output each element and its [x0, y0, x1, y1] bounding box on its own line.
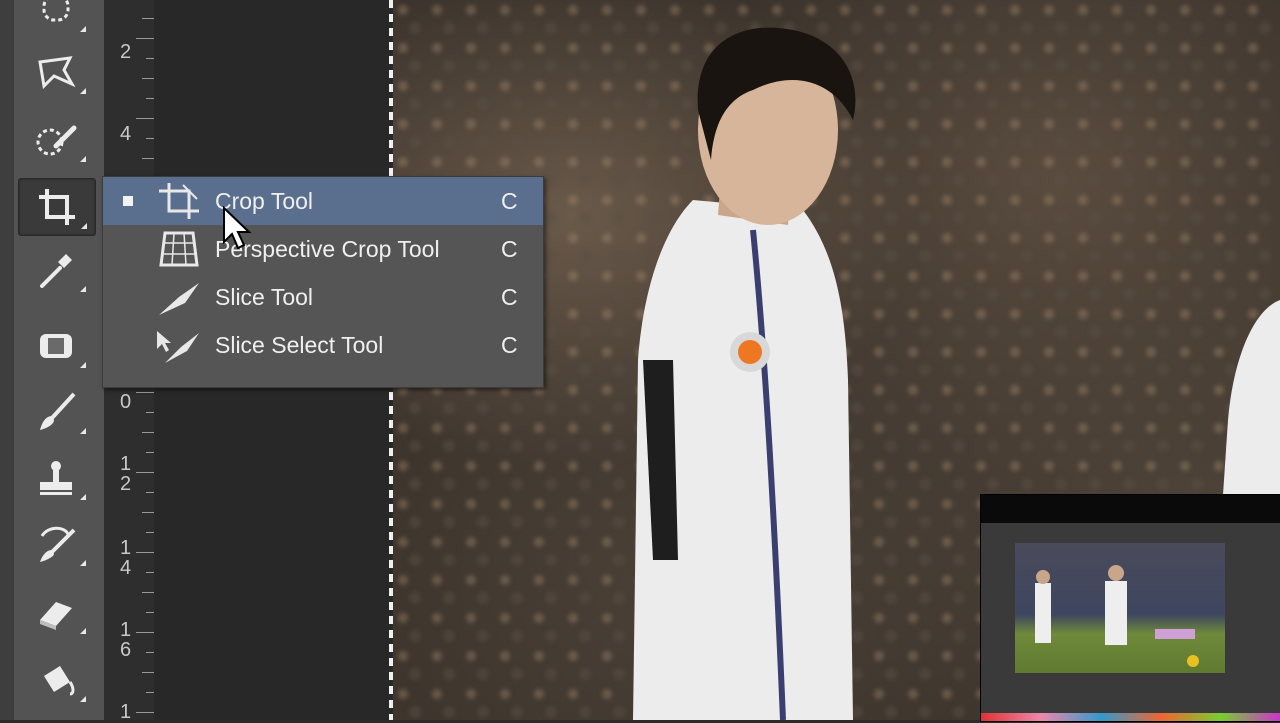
selected-bullet — [123, 196, 133, 206]
ruler-label: 1 — [120, 701, 132, 723]
crop-tool-flyout-menu: Crop Tool C Perspective Crop Tool C Slic… — [102, 176, 544, 388]
spot-healing-tool-button[interactable] — [18, 318, 94, 374]
paint-bucket-tool-button[interactable] — [18, 652, 94, 708]
marquee-tool-button[interactable] — [18, 0, 94, 38]
brush-tool-button[interactable] — [18, 384, 94, 440]
quick-selection-icon — [36, 125, 77, 156]
slice-icon — [159, 283, 199, 315]
menu-item-shortcut: C — [501, 331, 518, 358]
ruler-label: 1 — [120, 537, 132, 559]
ruler-label: 2 — [120, 473, 132, 495]
mouse-pointer-icon — [223, 206, 252, 250]
ruler-label: 1 — [120, 619, 132, 641]
crop-tool-button[interactable] — [18, 178, 96, 236]
ruler-label: 4 — [120, 123, 132, 145]
menu-item-crop-tool[interactable]: Crop Tool C — [103, 177, 543, 225]
ruler-label: 2 — [120, 41, 132, 63]
history-brush-tool-button[interactable] — [18, 516, 94, 572]
ruler-label: 0 — [120, 391, 132, 413]
thumbnail-image — [1015, 543, 1225, 673]
spot-healing-icon — [40, 334, 72, 358]
menu-item-slice-select-tool[interactable]: Slice Select Tool C — [103, 321, 543, 369]
menu-item-perspective-crop-tool[interactable]: Perspective Crop Tool C — [103, 225, 543, 273]
paint-bucket-icon — [44, 666, 75, 696]
menu-item-shortcut: C — [501, 283, 518, 310]
eraser-tool-button[interactable] — [18, 584, 94, 640]
ruler-label: 1 — [120, 453, 132, 475]
ruler-label: 4 — [120, 557, 132, 579]
ruler-label: 6 — [120, 639, 132, 661]
menu-item-slice-tool[interactable]: Slice Tool C — [103, 273, 543, 321]
polygon-lasso-icon — [38, 56, 76, 90]
menu-item-label: Slice Tool — [215, 283, 314, 310]
clone-stamp-icon — [40, 461, 72, 495]
eyedropper-tool-button[interactable] — [18, 242, 94, 298]
brush-icon — [40, 392, 76, 430]
marquee-icon — [42, 0, 70, 22]
slice-select-icon — [157, 331, 199, 363]
lasso-tool-button[interactable] — [18, 44, 94, 100]
menu-item-shortcut: C — [501, 187, 518, 214]
quick-selection-tool-button[interactable] — [18, 112, 94, 168]
perspective-crop-icon — [159, 231, 199, 267]
menu-item-label: Slice Select Tool — [215, 331, 384, 358]
eraser-icon — [40, 602, 72, 630]
crop-icon — [39, 189, 75, 225]
clone-stamp-tool-button[interactable] — [18, 450, 94, 506]
screenshot-thumbnail — [980, 494, 1280, 722]
crop-icon — [159, 183, 199, 219]
tools-panel — [0, 0, 104, 720]
history-brush-icon — [40, 526, 76, 562]
menu-item-shortcut: C — [501, 235, 518, 262]
eyedropper-icon — [40, 254, 72, 288]
